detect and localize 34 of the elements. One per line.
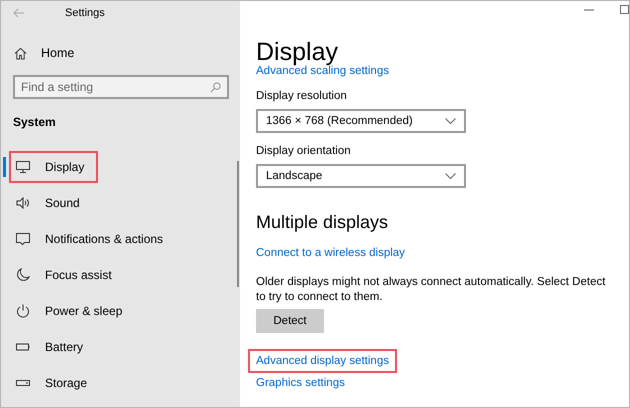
monitor-icon (15, 159, 31, 175)
description-text: Older displays might not always connect automatically. Select Detect to try to connect to them. (256, 275, 606, 305)
search-field[interactable]: Find a setting (13, 75, 229, 99)
sidebar-item[interactable]: Display (9, 151, 98, 183)
sidebar-item[interactable]: Storage (9, 367, 102, 399)
home-link[interactable]: Home (41, 46, 74, 60)
section-heading: System (13, 115, 57, 131)
speaker-icon (15, 195, 31, 211)
power-icon (15, 303, 31, 319)
settings-link[interactable]: Graphics settings (248, 371, 353, 395)
settings-link[interactable]: Advanced display settings (248, 349, 397, 373)
dropdown[interactable]: 1366 × 768 (Recommended) (256, 109, 466, 133)
wireless-display-link[interactable]: Connect to a wireless display (256, 246, 629, 260)
home-icon[interactable] (14, 46, 27, 60)
scaling-link[interactable]: Advanced scaling settings (256, 64, 629, 78)
page-title: Display (256, 37, 338, 66)
maximize-icon[interactable] (620, 5, 629, 14)
dropdown-label: Display orientation (256, 144, 352, 158)
dropdown[interactable]: Landscape (256, 164, 466, 188)
dropdown-label: Display resolution (256, 89, 348, 103)
detect-button[interactable]: Detect (256, 309, 324, 333)
sidebar-item[interactable]: Focus assist (9, 259, 126, 291)
sidebar-item[interactable]: Power & sleep (9, 295, 136, 327)
minimize-icon[interactable] (584, 8, 594, 10)
message-icon (15, 231, 31, 247)
sidebar-item[interactable]: Battery (9, 331, 98, 363)
chevron-down-icon (445, 173, 456, 179)
sidebar-item[interactable]: Sound (9, 187, 94, 219)
window-title: Settings (65, 7, 105, 19)
section-heading: Multiple displays (256, 211, 390, 234)
sidebar-item[interactable]: Notifications & actions (9, 223, 178, 255)
moon-icon (15, 267, 31, 283)
search-icon[interactable] (210, 82, 221, 93)
chevron-down-icon (445, 118, 456, 124)
